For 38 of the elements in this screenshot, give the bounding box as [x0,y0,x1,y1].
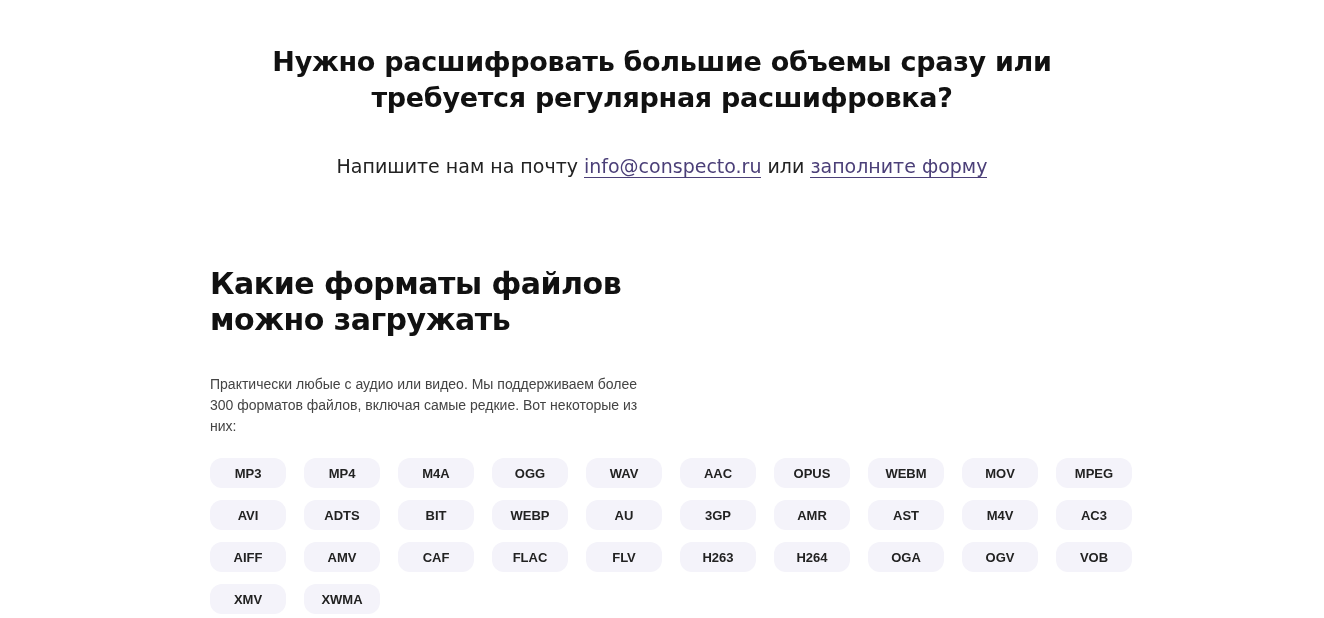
format-tag: ADTS [304,500,380,530]
format-tag: AC3 [1056,500,1132,530]
format-tag: VOB [1056,542,1132,572]
format-tag: WEBP [492,500,568,530]
format-tag: FLAC [492,542,568,572]
format-tag: FLV [586,542,662,572]
section-heading: Какие форматы файлов можно загружать [210,266,623,338]
format-tag: M4V [962,500,1038,530]
format-tag: MPEG [1056,458,1132,488]
format-tag: H263 [680,542,756,572]
format-tag: OGV [962,542,1038,572]
format-tag: MOV [962,458,1038,488]
form-link[interactable]: заполните форму [810,155,988,178]
format-tag: WAV [586,458,662,488]
format-tag: MP3 [210,458,286,488]
format-tag: AMV [304,542,380,572]
format-tag: OGG [492,458,568,488]
format-tag: OGA [868,542,944,572]
format-tag: MP4 [304,458,380,488]
format-tag: H264 [774,542,850,572]
format-tag: AIFF [210,542,286,572]
format-tag: WEBM [868,458,944,488]
format-tag: AMR [774,500,850,530]
format-tag: AU [586,500,662,530]
format-tag: XMV [210,584,286,614]
format-tag: M4A [398,458,474,488]
description-text: Практически любые с аудио или видео. Мы поддерживаем более 300 форматов файлов, включая самые редкие. Вот некоторые из них: [210,375,639,436]
format-tag: AAC [680,458,756,488]
format-tag: XWMA [304,584,380,614]
format-tag: AVI [210,500,286,530]
format-tag: BIT [398,500,474,530]
section-heading: Нужно расшифровать большие объемы сразу или требуется регулярная расшифровка? [272,45,1052,115]
contact-text: Напишите нам на почту info@conspecto.ru или заполните форму [336,154,988,180]
email-link[interactable]: info@conspecto.ru [584,155,762,178]
format-tag: 3GP [680,500,756,530]
format-tag: CAF [398,542,474,572]
format-tag: AST [868,500,944,530]
format-tag: OPUS [774,458,850,488]
